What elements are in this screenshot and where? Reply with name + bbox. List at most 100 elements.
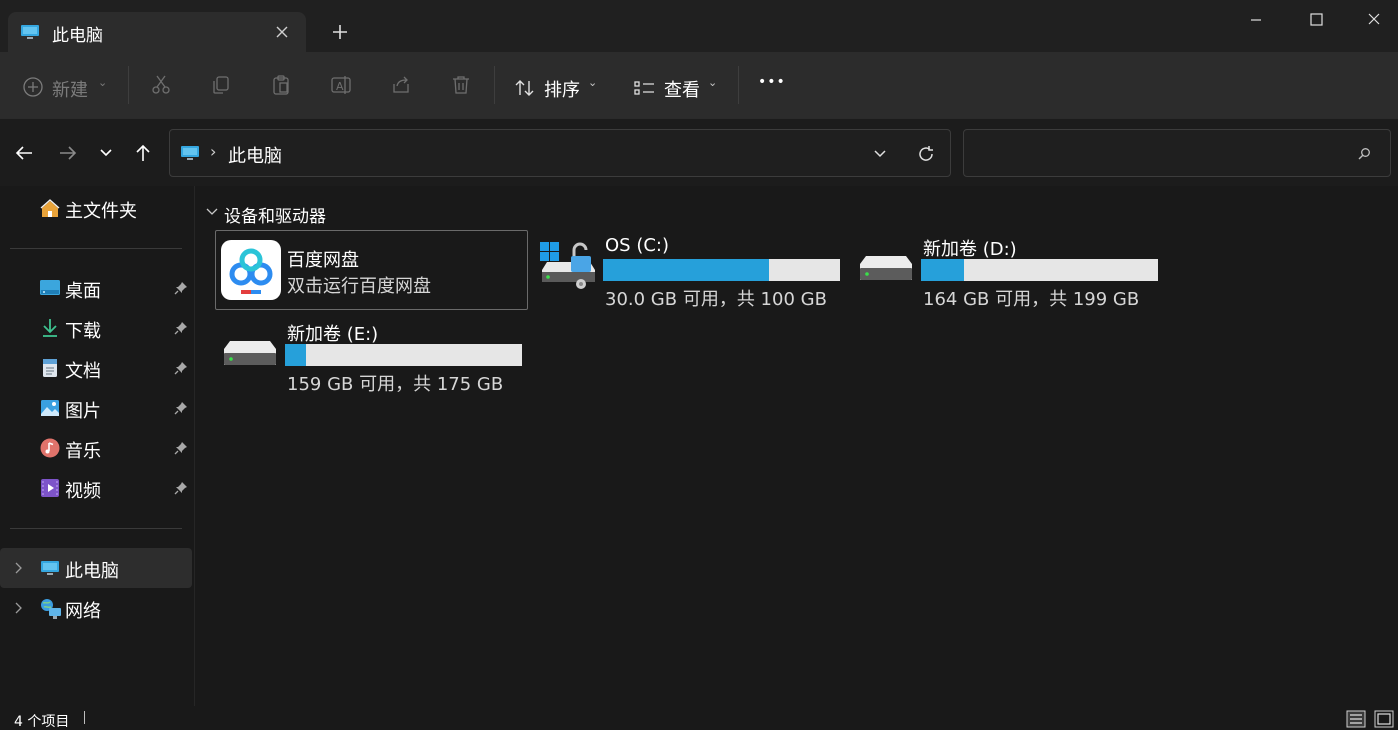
collapse-chevron-icon[interactable] (206, 206, 218, 218)
drive-d-space-text: 164 GB 可用，共 199 GB (923, 289, 1140, 310)
breadcrumb[interactable]: 此电脑 (228, 142, 282, 168)
search-input[interactable] (963, 129, 1391, 177)
up-arrow-icon[interactable] (133, 143, 153, 163)
divider (10, 248, 182, 249)
refresh-icon[interactable] (916, 144, 936, 164)
divider (10, 528, 182, 529)
minimize-button[interactable] (1244, 10, 1268, 30)
drive-e-usage-bar (285, 344, 522, 366)
navigation-row: › 此电脑 (0, 118, 1398, 186)
maximize-button[interactable] (1304, 10, 1328, 30)
baidu-netdisk-name: 百度网盘 (287, 250, 359, 271)
sidebar-item-pictures[interactable]: 图片 (0, 388, 192, 428)
breadcrumb-chevron-icon: › (210, 142, 217, 161)
sort-icon (514, 78, 536, 98)
close-tab-icon[interactable] (272, 22, 292, 42)
sidebar-item-label: 下载 (65, 321, 101, 342)
recent-locations-chevron-icon[interactable] (98, 145, 114, 161)
chevron-down-icon: ⌄ (588, 76, 598, 89)
expand-chevron-icon[interactable] (12, 561, 24, 575)
view-list-icon (634, 78, 656, 98)
view-label: 查看 (664, 80, 700, 101)
chevron-down-icon: ⌄ (708, 76, 718, 89)
divider (738, 66, 739, 104)
share-icon[interactable] (390, 74, 412, 96)
drive-c-space-text: 30.0 GB 可用，共 100 GB (605, 289, 827, 310)
drive-d-name: 新加卷 (D:) (923, 239, 1017, 260)
address-dropdown-icon[interactable] (872, 146, 888, 162)
more-options-button[interactable]: ••• (758, 74, 786, 90)
drive-e-space-text: 159 GB 可用，共 175 GB (287, 374, 504, 395)
desktop-icon (40, 278, 60, 298)
navigation-pane: 主文件夹 桌面 下载 文档 图片 音乐 视频 此电脑 网络 (0, 186, 194, 706)
back-arrow-icon[interactable] (14, 143, 34, 163)
pin-icon (174, 361, 188, 375)
new-tab-button[interactable] (330, 22, 350, 42)
network-icon (40, 598, 62, 620)
baidu-netdisk-tile[interactable]: 百度网盘 双击运行百度网盘 (215, 230, 528, 310)
sidebar-item-label: 网络 (65, 601, 101, 622)
pin-icon (174, 321, 188, 335)
add-circle-icon (22, 76, 44, 98)
hard-drive-icon (220, 335, 280, 375)
drive-c-tile[interactable]: OS (C:) 30.0 GB 可用，共 100 GB (538, 232, 848, 310)
details-view-icon[interactable] (1346, 710, 1366, 728)
hard-drive-icon (856, 250, 916, 290)
drive-c-usage-bar (603, 259, 840, 281)
sidebar-item-label: 音乐 (65, 441, 101, 462)
close-window-button[interactable] (1362, 10, 1386, 30)
search-icon (1356, 146, 1372, 162)
pane-divider (194, 186, 195, 706)
music-icon (40, 438, 60, 458)
address-bar[interactable]: › 此电脑 (169, 129, 951, 177)
drive-c-usage-fill (603, 259, 769, 281)
new-label: 新建 (52, 80, 88, 101)
computer-icon (180, 143, 200, 163)
sidebar-item-documents[interactable]: 文档 (0, 348, 192, 388)
expand-chevron-icon[interactable] (12, 601, 24, 615)
sidebar-item-videos[interactable]: 视频 (0, 468, 192, 508)
title-bar: 此电脑 (0, 0, 1398, 52)
drive-d-usage-fill (921, 259, 964, 281)
sort-label: 排序 (544, 80, 580, 101)
pin-icon (174, 441, 188, 455)
sidebar-item-music[interactable]: 音乐 (0, 428, 192, 468)
tab-this-pc[interactable]: 此电脑 (8, 12, 306, 52)
rename-icon[interactable]: A (330, 74, 352, 96)
large-icons-view-icon[interactable] (1374, 710, 1394, 728)
drive-e-name: 新加卷 (E:) (287, 324, 379, 345)
pin-icon (174, 481, 188, 495)
sidebar-item-label: 视频 (65, 481, 101, 502)
svg-text:A: A (336, 80, 344, 93)
delete-icon[interactable] (450, 74, 472, 96)
download-icon (40, 318, 60, 338)
drive-c-name: OS (C:) (605, 235, 669, 256)
status-bar: 4 个项目 (0, 706, 1398, 730)
drive-d-usage-bar (921, 259, 1158, 281)
baidu-netdisk-icon (221, 240, 281, 300)
home-icon (39, 198, 61, 220)
sidebar-item-label: 此电脑 (65, 561, 119, 582)
pin-icon (174, 401, 188, 415)
drive-e-tile[interactable]: 新加卷 (E:) 159 GB 可用，共 175 GB (220, 317, 530, 395)
copy-icon[interactable] (210, 74, 232, 96)
sidebar-item-home[interactable]: 主文件夹 (0, 188, 192, 228)
windows-drive-icon (538, 240, 598, 290)
document-icon (40, 358, 60, 378)
sidebar-item-downloads[interactable]: 下载 (0, 308, 192, 348)
divider (84, 711, 85, 724)
pictures-icon (40, 398, 60, 418)
cut-icon[interactable] (150, 74, 172, 96)
drive-d-tile[interactable]: 新加卷 (D:) 164 GB 可用，共 199 GB (856, 232, 1166, 310)
sidebar-item-network[interactable]: 网络 (0, 588, 192, 628)
sidebar-item-label: 文档 (65, 361, 101, 382)
paste-icon[interactable] (270, 74, 292, 96)
forward-arrow-icon[interactable] (58, 143, 78, 163)
item-count: 4 个项目 (14, 714, 70, 730)
sidebar-item-this-pc[interactable]: 此电脑 (0, 548, 192, 588)
divider (494, 66, 495, 104)
sidebar-item-desktop[interactable]: 桌面 (0, 268, 192, 308)
drive-e-usage-fill (285, 344, 307, 366)
sidebar-item-label: 图片 (65, 401, 101, 422)
command-bar: 新建 ⌄ A 排序 ⌄ 查看 ⌄ ••• (0, 52, 1398, 118)
